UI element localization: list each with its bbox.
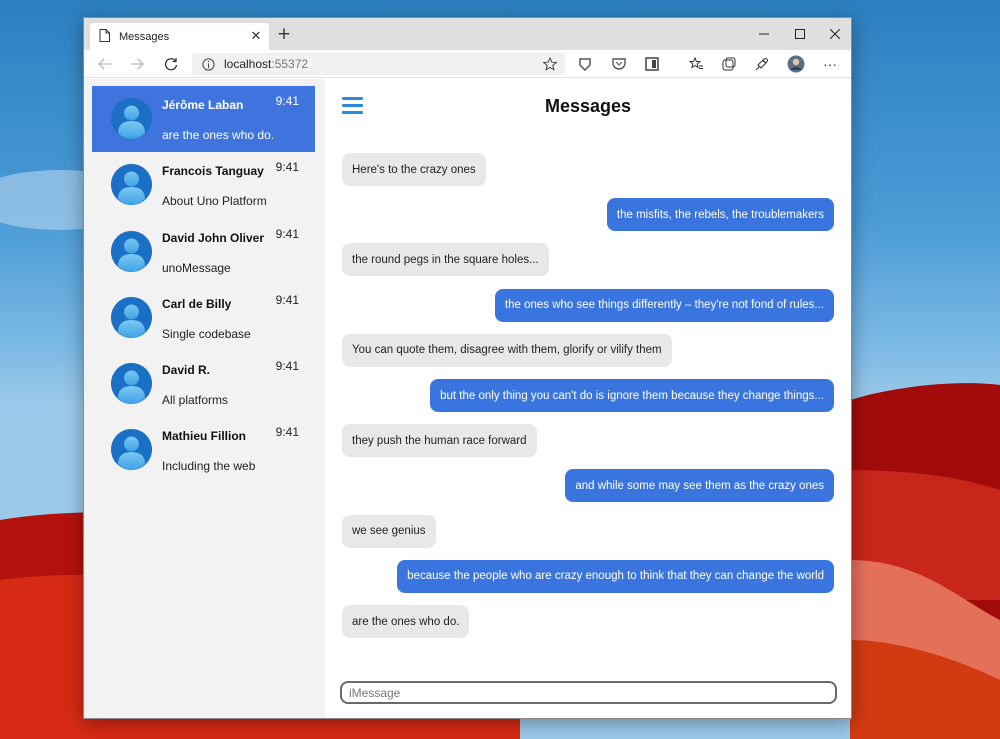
collections-icon[interactable] <box>719 54 739 74</box>
conversation-item[interactable]: Francois Tanguay 9:41 About Uno Platform <box>92 152 315 218</box>
maximize-button[interactable] <box>782 18 818 50</box>
message-time: 9:41 <box>275 160 299 175</box>
outgoing-message: but the only thing you can't do is ignor… <box>430 379 834 412</box>
incoming-message: You can quote them, disagree with them, … <box>342 333 672 367</box>
contact-name: David R. <box>162 363 211 378</box>
conversation-item[interactable]: Mathieu Fillion 9:41 Including the web <box>92 417 315 483</box>
feedback-icon[interactable] <box>752 54 772 74</box>
contact-name: Mathieu Fillion <box>162 429 246 444</box>
contact-avatar-icon <box>111 164 152 206</box>
contact-avatar-icon <box>111 429 152 471</box>
contact-name: Carl de Billy <box>162 296 232 311</box>
contact-avatar-icon <box>111 98 152 139</box>
message-preview: are the ones who do. <box>162 128 275 142</box>
message-preview: Single codebase <box>162 326 251 341</box>
favorites-icon[interactable] <box>686 54 706 74</box>
outgoing-message: because the people who are crazy enough … <box>397 559 834 593</box>
url-port: :55372 <box>271 57 309 71</box>
minimize-button[interactable] <box>746 18 782 50</box>
info-icon[interactable] <box>202 57 215 71</box>
outgoing-message: the ones who see things differently – th… <box>494 288 834 322</box>
more-menu-icon[interactable]: ··· <box>820 54 840 74</box>
conversation-item[interactable]: David R. 9:41 All platforms <box>92 351 315 417</box>
message-preview: unoMessage <box>162 260 231 275</box>
url-host: localhost <box>224 57 272 71</box>
contact-name: David John Oliver <box>162 230 265 245</box>
incoming-message: are the ones who do. <box>342 605 470 638</box>
message-input[interactable] <box>340 681 837 704</box>
browser-window: Messages ✕ + localhost:55372 ··· Jérôme … <box>83 17 852 719</box>
browser-tab[interactable]: Messages ✕ <box>90 23 269 50</box>
outgoing-message: the misfits, the rebels, the troublemake… <box>606 198 834 232</box>
page-title: Messages <box>544 96 632 116</box>
address-bar[interactable]: localhost:55372 <box>192 53 565 75</box>
contact-avatar-icon <box>111 363 152 405</box>
message-preview: Including the web <box>162 459 256 474</box>
forward-arrow-icon[interactable] <box>127 54 147 74</box>
document-icon <box>99 27 110 46</box>
messages-app: Jérôme Laban 9:41 are the ones who do. Fran… <box>84 79 851 718</box>
message-time: 9:41 <box>275 94 299 108</box>
outgoing-message: and while some may see them as the crazy… <box>565 469 834 503</box>
browser-titlebar: Messages ✕ + <box>84 18 851 50</box>
contact-avatar-icon <box>111 230 152 272</box>
contact-name: Jérôme Laban <box>162 98 244 112</box>
message-preview: About Uno Platform <box>162 194 267 209</box>
conversation-list: Jérôme Laban 9:41 are the ones who do. Fran… <box>84 79 325 718</box>
message-time: 9:41 <box>275 425 299 440</box>
tab-title: Messages <box>119 30 170 43</box>
reader-view-icon[interactable] <box>642 54 662 74</box>
favorite-star-icon[interactable] <box>543 57 557 71</box>
url-text: localhost:55372 <box>224 57 308 71</box>
message-time: 9:41 <box>275 226 299 241</box>
profile-avatar[interactable] <box>786 54 806 74</box>
browser-toolbar: localhost:55372 ··· <box>84 50 851 78</box>
conversation-item[interactable]: Carl de Billy 9:41 Single codebase <box>92 285 315 351</box>
message-time: 9:41 <box>275 359 299 374</box>
message-preview: All platforms <box>162 393 229 408</box>
refresh-icon[interactable] <box>161 54 181 74</box>
incoming-message: Here's to the crazy ones <box>342 153 486 186</box>
incoming-message: they push the human race forward <box>342 424 537 458</box>
back-arrow-icon[interactable] <box>95 54 115 74</box>
chat-pane: Messages Here's to the crazy ones the mis… <box>325 79 851 718</box>
shield-extension-icon[interactable] <box>575 54 595 74</box>
new-tab-button[interactable]: + <box>274 24 294 44</box>
message-time: 9:41 <box>275 292 299 307</box>
pocket-icon[interactable] <box>609 54 629 74</box>
conversation-item[interactable]: Jérôme Laban 9:41 are the ones who do. <box>92 86 315 153</box>
incoming-message: we see genius <box>342 514 436 548</box>
incoming-message: the round pegs in the square holes... <box>342 243 549 277</box>
close-window-button[interactable] <box>817 18 851 50</box>
contact-name: Francois Tanguay <box>162 164 264 179</box>
contact-avatar-icon <box>111 296 152 338</box>
tab-close-icon[interactable]: ✕ <box>243 29 269 44</box>
conversation-item[interactable]: David John Oliver 9:41 unoMessage <box>92 219 315 285</box>
